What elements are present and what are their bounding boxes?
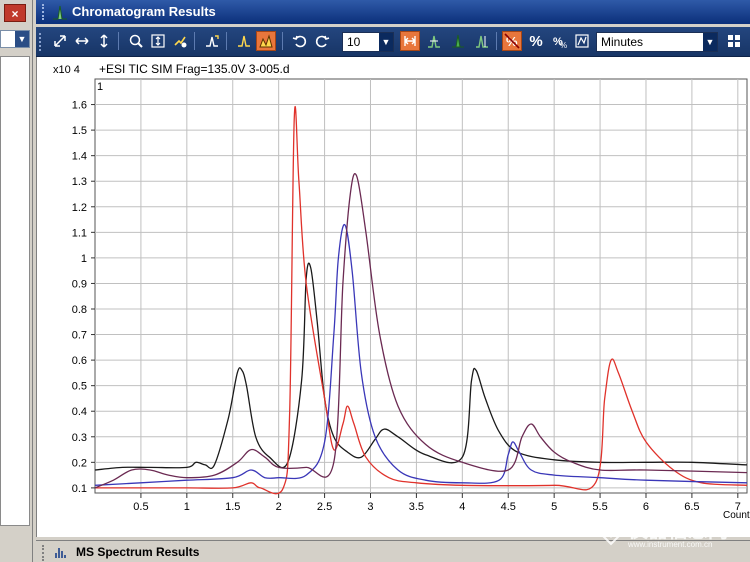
watermark-logo-icon [596,516,626,546]
x-tick-label: 6 [643,501,649,513]
y-tick-label: 1.5 [72,125,87,137]
series-line-red [95,106,748,495]
chromatogram-toolbar: 10 ▼ % % %% Minutes ▼ [36,27,750,57]
peak-label-icon[interactable] [234,31,254,51]
series-line-black [94,262,748,471]
chevron-down-icon[interactable]: ▼ [379,33,393,51]
peak-fill-icon[interactable] [256,31,276,51]
y-tick-label: 0.2 [72,457,87,469]
x-tick-label: 4 [459,501,465,513]
autoscale-xy-icon[interactable] [50,31,70,51]
drag-grip-icon[interactable] [42,545,48,561]
percent-scale-off-icon[interactable]: % [502,31,522,51]
panel-index-label: 1 [97,81,103,93]
peak-baseline-icon[interactable] [424,31,444,51]
smoothing-value: 10 [347,35,361,49]
redo-icon[interactable] [312,31,332,51]
left-tree-panel [0,56,30,526]
fit-y-icon[interactable] [148,31,168,51]
x-tick-label: 5.5 [592,501,607,513]
undo-icon[interactable] [290,31,310,51]
x-tick-label: 4.5 [501,501,516,513]
chromatogram-title-bar: Chromatogram Results [36,0,750,24]
chromatogram-peak-icon [53,5,67,20]
spectrum-bars-icon [55,548,66,558]
watermark: 仪器信息网 www.instrument.com.cn [596,514,750,554]
watermark-text: 仪器信息网 [628,520,728,542]
tick-layer: 0.5 1 1.5 2 2.5 3 3.5 4 4.5 5 5.5 6 6.5 70.10.20.30.4… [72,100,741,513]
smoothing-value-combo[interactable]: 10 ▼ [342,32,394,52]
y-tick-label: 0.8 [72,304,87,316]
y-tick-label: 0.9 [72,278,87,290]
x-tick-label: 2 [276,501,282,513]
x-tick-label: 2.5 [317,501,332,513]
series-line-purple [94,173,748,489]
ms-spectrum-title: MS Spectrum Results [76,545,200,559]
toolbar-separator [194,32,195,50]
time-units-value: Minutes [601,35,644,49]
toolbar-separator [282,32,283,50]
x-tick-label: 3.5 [409,501,424,513]
y-tick-label: 1.6 [72,100,87,112]
y-tick-label: 0.3 [72,432,87,444]
chromatogram-chart: 0.5 1 1.5 2 2.5 3 3.5 4 4.5 5 5.5 6 6.5 70.10.20.30.4… [53,62,750,521]
x-tick-label: 5 [551,501,557,513]
percent-scale-button[interactable]: % [526,31,546,51]
y-axis-exponent-label: x10 4 [53,64,80,76]
autoscale-x-icon[interactable] [72,31,92,51]
overlay-icon[interactable] [572,31,592,51]
toolbar-separator [118,32,119,50]
fit-x-range-icon[interactable] [400,31,420,51]
toolbar-separator [226,32,227,50]
plot-border [94,78,748,494]
watermark-url: www.instrument.com.cn [628,540,713,549]
grid-layer [94,78,748,494]
left-combo-box[interactable]: ▼ [0,30,30,48]
svg-text:%: % [560,41,567,49]
chevron-down-icon[interactable]: ▼ [703,33,717,51]
y-tick-label: 1.2 [72,202,87,214]
properties-icon[interactable] [170,31,190,51]
x-tick-label: 3 [367,501,373,513]
integrate-icon[interactable] [202,31,222,51]
series-layer [94,106,748,495]
peak-split-icon[interactable] [472,31,492,51]
x-tick-label: 0.5 [133,501,148,513]
toolbar-grip-icon[interactable] [39,33,43,51]
x-tick-label: 1 [184,501,190,513]
toolbar-separator [496,32,497,50]
y-tick-label: 1.4 [72,151,87,163]
chart-title: +ESI TIC SIM Frag=135.0V 3-005.d [99,62,290,76]
x-tick-label: 6.5 [684,501,699,513]
y-tick-label: 0.6 [72,355,87,367]
time-units-select[interactable]: Minutes ▼ [596,32,718,52]
percent-scale-alt-icon[interactable]: %% [550,31,570,51]
y-tick-label: 0.4 [72,406,87,418]
x-tick-label: 1.5 [225,501,240,513]
y-tick-label: 1.3 [72,176,87,188]
chromatogram-plot-area[interactable]: 0.5 1 1.5 2 2.5 3 3.5 4 4.5 5 5.5 6 6.5 7 0.1 0.2 0.3 0.4… [36,57,750,537]
window-title: Chromatogram Results [72,4,216,19]
zoom-icon[interactable] [126,31,146,51]
left-dock-panel: × ▼ [0,0,33,562]
app-window: × ▼ Chromatogram Results 10 ▼ % % % Minu… [0,0,750,562]
layout-options-icon[interactable] [724,31,744,51]
chevron-down-icon[interactable]: ▼ [15,31,29,47]
y-tick-label: 1.1 [72,227,87,239]
y-tick-label: 0.1 [72,483,87,495]
y-tick-label: 0.7 [72,330,87,342]
peak-green-icon[interactable] [448,31,468,51]
autoscale-y-icon[interactable] [94,31,114,51]
y-tick-label: 1 [81,253,87,265]
y-tick-label: 0.5 [72,381,87,393]
close-button[interactable]: × [4,4,26,22]
drag-grip-icon[interactable] [42,4,48,20]
